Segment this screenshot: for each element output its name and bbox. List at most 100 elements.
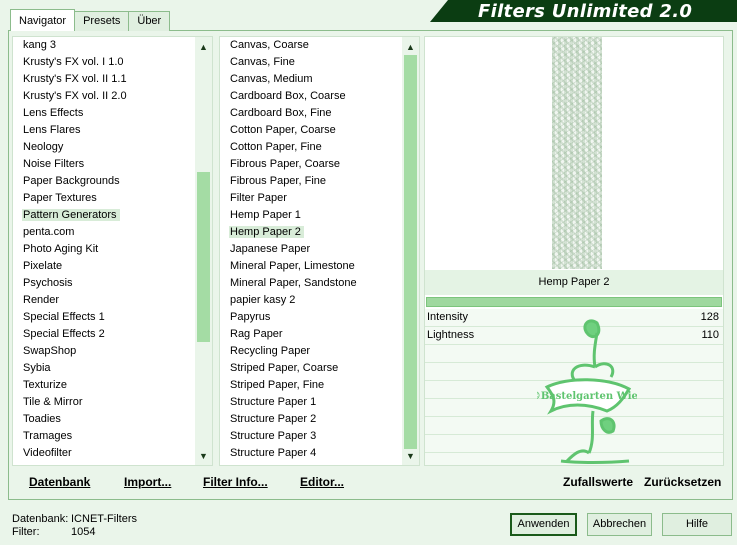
list-item[interactable]: papier kasy 2 (220, 292, 401, 309)
texture-preview (552, 37, 602, 269)
list-item[interactable]: Structure Paper 4 (220, 445, 401, 462)
list-item-label: Tile & Mirror (23, 396, 83, 408)
list-item[interactable]: Krusty's FX vol. II 1.1 (13, 71, 194, 88)
list-item[interactable]: Fibrous Paper, Fine (220, 173, 401, 190)
list-item[interactable]: Structure Paper 3 (220, 428, 401, 445)
category-scrollbar[interactable]: ▲ ▼ (195, 37, 212, 465)
list-item-label: Krusty's FX vol. I 1.0 (23, 56, 124, 68)
list-item[interactable]: Sybia (13, 360, 194, 377)
import-button[interactable]: Import... (124, 475, 171, 489)
list-item-label: Structure Paper 3 (230, 430, 317, 442)
status-label: Filter: (12, 526, 40, 538)
tab-ueber[interactable]: Über (128, 11, 171, 31)
list-item[interactable]: Recycling Paper (220, 343, 401, 360)
list-item-label: Structure Paper 2 (230, 413, 317, 425)
cancel-button[interactable]: Abbrechen (587, 513, 652, 536)
list-item[interactable]: Toadies (13, 411, 194, 428)
list-item[interactable]: penta.com (13, 224, 194, 241)
list-item[interactable]: Cotton Paper, Fine (220, 139, 401, 156)
list-item[interactable]: Krusty's FX vol. I 1.0 (13, 54, 194, 71)
list-item[interactable]: Special Effects 1 (13, 309, 194, 326)
list-item[interactable]: Canvas, Coarse (220, 37, 401, 54)
list-item[interactable]: Paper Textures (13, 190, 194, 207)
scrollbar-thumb[interactable] (404, 55, 417, 449)
list-item-label: Striped Paper, Coarse (230, 362, 339, 374)
help-button[interactable]: Hilfe (662, 513, 732, 536)
list-item[interactable]: Hemp Paper 2 (220, 224, 401, 241)
progress-bar (426, 297, 722, 307)
list-item[interactable]: Photo Aging Kit (13, 241, 194, 258)
datenbank-button[interactable]: Datenbank (29, 475, 90, 489)
list-item[interactable]: Lens Effects (13, 105, 194, 122)
list-item-label: Striped Paper, Fine (230, 379, 325, 391)
param-label: Intensity (427, 311, 468, 323)
list-item-label: Cotton Paper, Coarse (230, 124, 336, 136)
list-item[interactable]: Mineral Paper, Sandstone (220, 275, 401, 292)
scroll-up-icon[interactable]: ▲ (402, 38, 419, 55)
list-item-label: Papyrus (230, 311, 271, 323)
list-item[interactable]: Cotton Paper, Coarse (220, 122, 401, 139)
list-item[interactable]: Fibrous Paper, Coarse (220, 156, 401, 173)
list-item[interactable]: Hemp Paper 1 (220, 207, 401, 224)
status-value: ICNET-Filters (71, 513, 137, 525)
list-item[interactable]: Striped Paper, Fine (220, 377, 401, 394)
tab-navigator[interactable]: Navigator (10, 9, 76, 31)
list-item[interactable]: Lens Flares (13, 122, 194, 139)
filters-unlimited-window: Filters Unlimited 2.0 Navigator Presets … (0, 0, 737, 545)
filter-scrollbar[interactable]: ▲ ▼ (402, 37, 419, 465)
tab-strip: Navigator Presets Über (10, 9, 171, 31)
category-list[interactable]: kang 3 Krusty's FX vol. I 1.0 Krusty's FX … (12, 36, 213, 466)
list-item[interactable]: Special Effects 2 (13, 326, 194, 343)
watermark-logo-icon: ©Bastelgarten Wien (537, 319, 637, 464)
list-item[interactable]: Texturize (13, 377, 194, 394)
list-item[interactable]: Mineral Paper, Limestone (220, 258, 401, 275)
list-item[interactable]: Japanese Paper (220, 241, 401, 258)
list-item[interactable]: Tile & Mirror (13, 394, 194, 411)
list-item[interactable]: Cardboard Box, Fine (220, 105, 401, 122)
list-item[interactable]: SwapShop (13, 343, 194, 360)
preview-pane: Hemp Paper 2 Intensity 128 Lightness 110 (424, 36, 724, 466)
list-item[interactable]: Cardboard Box, Coarse (220, 88, 401, 105)
list-item[interactable]: Videofilter (13, 445, 194, 462)
list-item-label: Cotton Paper, Fine (230, 141, 322, 153)
zuruecksetzen-button[interactable]: Zurücksetzen (644, 475, 721, 489)
scroll-down-icon[interactable]: ▼ (402, 447, 419, 464)
list-item-label: Krusty's FX vol. II 1.1 (23, 73, 127, 85)
list-item-label: Cardboard Box, Coarse (230, 90, 346, 102)
list-item-label: Toadies (23, 413, 61, 425)
list-item[interactable]: Canvas, Fine (220, 54, 401, 71)
list-item[interactable]: kang 3 (13, 37, 194, 54)
list-item-label: Canvas, Coarse (230, 39, 309, 51)
list-item[interactable]: Psychosis (13, 275, 194, 292)
list-item[interactable]: Rag Paper (220, 326, 401, 343)
list-item-label: Neology (23, 141, 64, 153)
list-item[interactable]: Pattern Generators (13, 207, 194, 224)
filter-info-button[interactable]: Filter Info... (203, 475, 268, 489)
scrollbar-thumb[interactable] (197, 172, 210, 342)
list-item[interactable]: Krusty's FX vol. II 2.0 (13, 88, 194, 105)
zufallswerte-button[interactable]: Zufallswerte (563, 475, 633, 489)
list-item[interactable]: Noise Filters (13, 156, 194, 173)
scroll-down-icon[interactable]: ▼ (195, 447, 212, 464)
apply-button[interactable]: Anwenden (510, 513, 577, 536)
list-item[interactable]: Pixelate (13, 258, 194, 275)
list-item[interactable]: Paper Backgrounds (13, 173, 194, 190)
list-item-label: Fibrous Paper, Coarse (230, 158, 341, 170)
list-item[interactable]: Striped Paper, Coarse (220, 360, 401, 377)
list-item[interactable]: Structure Paper 1 (220, 394, 401, 411)
list-item[interactable]: Filter Paper (220, 190, 401, 207)
list-item[interactable]: Structure Paper 2 (220, 411, 401, 428)
tab-presets[interactable]: Presets (74, 11, 130, 31)
editor-button[interactable]: Editor... (300, 475, 344, 489)
filter-list[interactable]: Canvas, Coarse Canvas, Fine Canvas, Medium… (219, 36, 420, 466)
list-item-label: Canvas, Medium (230, 73, 313, 85)
list-item[interactable]: Render (13, 292, 194, 309)
list-item-label: Render (23, 294, 60, 306)
list-item[interactable]: Neology (13, 139, 194, 156)
list-item[interactable]: Canvas, Medium (220, 71, 401, 88)
list-item[interactable]: Tramages (13, 428, 194, 445)
list-item-label: Lens Effects (23, 107, 84, 119)
status-value: 1054 (71, 526, 96, 538)
list-item[interactable]: Papyrus (220, 309, 401, 326)
scroll-up-icon[interactable]: ▲ (195, 38, 212, 55)
